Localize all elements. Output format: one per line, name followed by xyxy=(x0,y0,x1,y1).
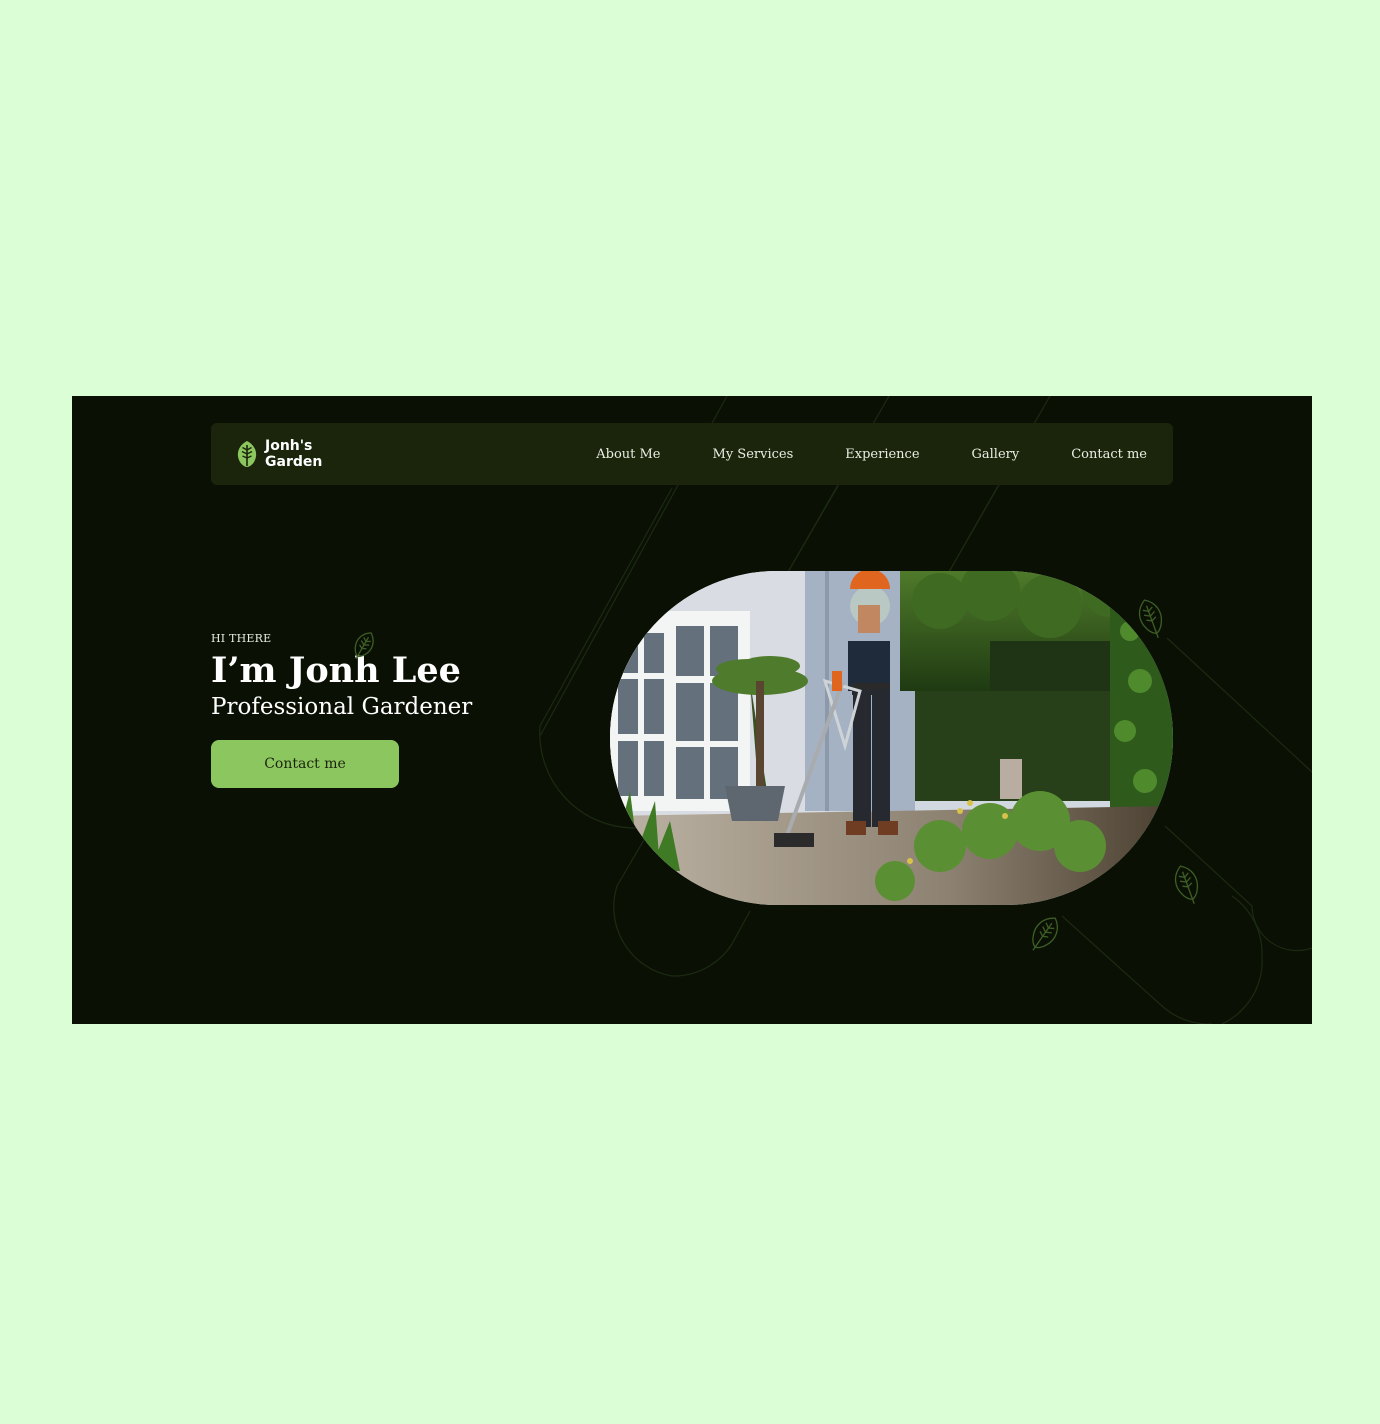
brand-logo[interactable]: Jonh's Garden xyxy=(235,437,322,471)
brand-name-line1: Jonh's xyxy=(265,438,313,454)
brand-name: Jonh's Garden xyxy=(265,438,322,470)
hero-photo-gardener xyxy=(610,571,1173,905)
leaf-outline-icon xyxy=(1174,865,1199,904)
hero-section: Jonh's Garden About Me My Services Exper… xyxy=(72,396,1312,1024)
leaf-icon xyxy=(237,441,257,467)
nav-link-contact-me[interactable]: Contact me xyxy=(1071,447,1147,462)
contact-me-button[interactable]: Contact me xyxy=(211,740,399,788)
hero-headline: I’m Jonh Lee xyxy=(211,650,461,691)
leaf-outline-icon xyxy=(1032,917,1058,951)
hero-text-block: HI THERE I’m Jonh Lee Professional Garde… xyxy=(211,632,472,721)
top-navigation-bar: Jonh's Garden About Me My Services Exper… xyxy=(211,423,1173,485)
leaf-outline-icon xyxy=(354,632,374,660)
leaf-outline-icon xyxy=(1138,599,1163,638)
hero-subtitle: Professional Gardener xyxy=(211,694,473,720)
nav-links: About Me My Services Experience Gallery … xyxy=(544,423,1147,485)
brand-name-line2: Garden xyxy=(265,454,323,470)
nav-link-gallery[interactable]: Gallery xyxy=(972,447,1020,462)
nav-link-about-me[interactable]: About Me xyxy=(596,447,660,462)
nav-link-my-services[interactable]: My Services xyxy=(713,447,794,462)
hero-eyebrow: HI THERE xyxy=(211,632,272,645)
nav-link-experience[interactable]: Experience xyxy=(845,447,919,462)
